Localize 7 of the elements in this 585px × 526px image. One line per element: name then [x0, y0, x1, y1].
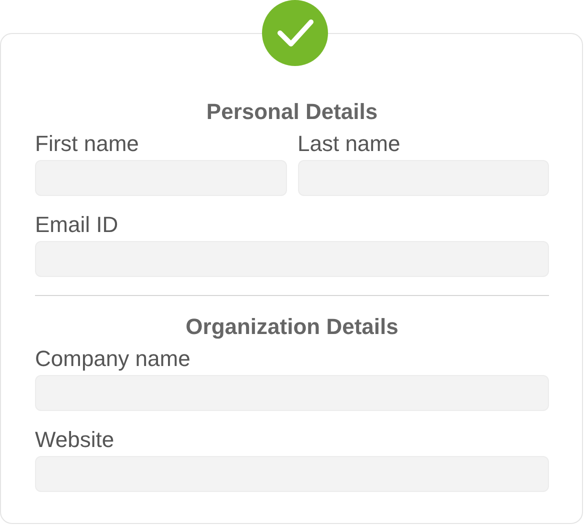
field-label: Website: [35, 427, 116, 453]
section-heading: Personal Details: [205, 99, 379, 125]
field-label: First name: [35, 131, 140, 157]
field-label: Last name: [298, 131, 402, 157]
field-label: Company name: [35, 346, 192, 372]
field-label: Email ID: [35, 212, 120, 238]
section-heading: Organization Details: [184, 314, 400, 340]
